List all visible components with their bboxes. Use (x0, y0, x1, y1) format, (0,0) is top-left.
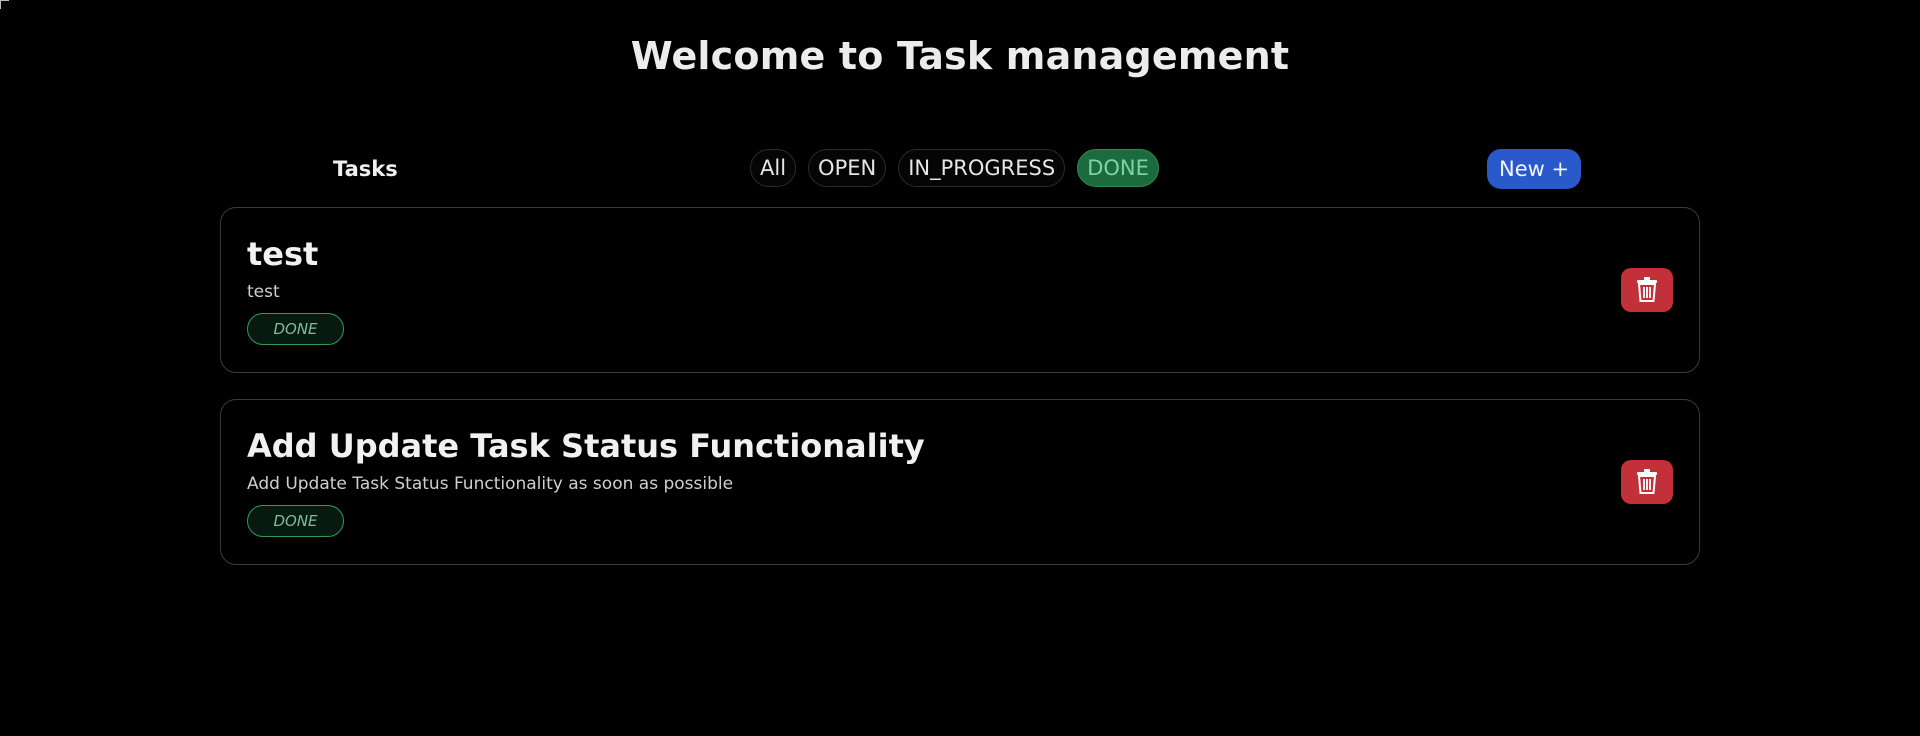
delete-task-button[interactable] (1621, 268, 1673, 312)
tasks-section-label: Tasks (333, 157, 398, 181)
task-description: test (247, 282, 280, 302)
delete-task-button[interactable] (1621, 460, 1673, 504)
task-card: Add Update Task Status Functionality Add… (220, 399, 1700, 565)
task-description: Add Update Task Status Functionality as … (247, 474, 734, 494)
filter-done-button[interactable]: DONE (1077, 149, 1159, 187)
task-title: test (247, 235, 319, 273)
trash-icon (1635, 468, 1659, 497)
status-badge: DONE (247, 313, 344, 345)
page: Welcome to Task management Tasks All OPE… (0, 0, 1920, 736)
trash-icon (1635, 276, 1659, 305)
filter-all-button[interactable]: All (750, 149, 797, 187)
status-badge: DONE (247, 505, 344, 537)
task-list: test test DONE Add Update Task Status Fu… (220, 207, 1700, 591)
task-card: test test DONE (220, 207, 1700, 373)
new-task-button[interactable]: New + (1487, 149, 1582, 189)
page-title: Welcome to Task management (630, 34, 1290, 78)
status-filter-group: All OPEN IN_PROGRESS DONE (750, 149, 1159, 189)
task-title: Add Update Task Status Functionality (247, 427, 925, 465)
filter-open-button[interactable]: OPEN (808, 149, 887, 187)
mouse-cursor-icon (0, 0, 9, 9)
toolbar: Tasks All OPEN IN_PROGRESS DONE New + (220, 149, 1700, 189)
filter-in-progress-button[interactable]: IN_PROGRESS (898, 149, 1066, 187)
